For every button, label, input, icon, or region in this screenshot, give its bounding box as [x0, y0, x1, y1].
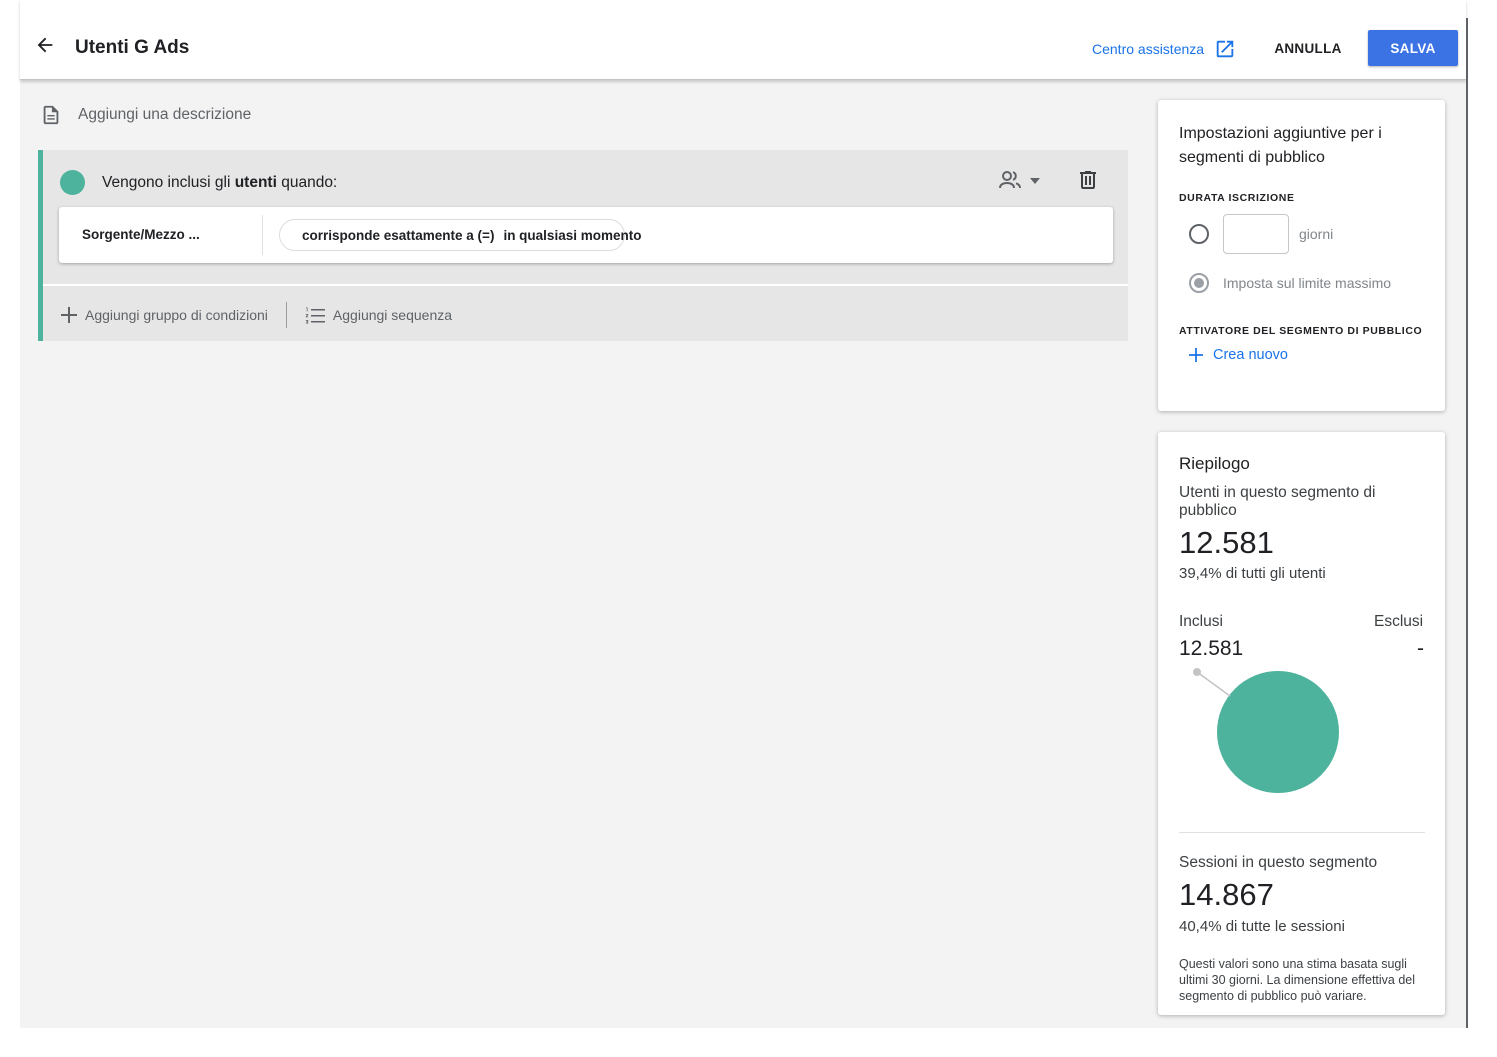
users-percentage: 39,4% di tutti gli utenti [1179, 565, 1326, 582]
people-icon [999, 171, 1021, 189]
pie-leader-line [1196, 671, 1231, 697]
condition-group: Vengono inclusi gli utenti quando: Sorge… [38, 150, 1128, 341]
group-color-dot [60, 170, 85, 195]
included-value: 12.581 [1179, 637, 1244, 660]
back-arrow-icon[interactable] [34, 34, 56, 56]
dropdown-arrow-icon [1030, 178, 1040, 184]
pie-slice-inclusi [1217, 671, 1339, 793]
days-unit-label: giorni [1299, 226, 1334, 242]
settings-title: Impostazioni aggiuntive per i segmenti d… [1179, 125, 1382, 166]
max-limit-radio[interactable] [1189, 273, 1209, 293]
document-icon [43, 105, 59, 125]
condition-chip[interactable]: corrisponde esattamente a (=) in qualsia… [279, 219, 641, 251]
help-center-label: Centro assistenza [1092, 41, 1205, 57]
save-button[interactable]: SALVA [1368, 30, 1458, 66]
custom-duration-radio[interactable] [1189, 224, 1209, 244]
description-placeholder: Aggiungi una descrizione [78, 106, 252, 123]
help-center-link[interactable]: Centro assistenza [1092, 38, 1236, 60]
numbered-list-icon [305, 307, 325, 324]
additional-settings-card: Impostazioni aggiuntive per i segmenti d… [1158, 100, 1445, 411]
days-input[interactable] [1223, 214, 1289, 254]
cancel-button[interactable]: ANNULLA [1262, 30, 1354, 66]
create-trigger-label: Crea nuovo [1213, 347, 1288, 363]
create-trigger-button[interactable]: Crea nuovo [1189, 347, 1288, 363]
condition-group-heading: Vengono inclusi gli utenti quando: [102, 174, 337, 192]
max-limit-label: Imposta sul limite massimo [1223, 275, 1392, 291]
add-description[interactable]: Aggiungi una descrizione [40, 104, 251, 126]
condition-row: Sorgente/Mezzo ... corrisponde esattamen… [59, 207, 1113, 263]
scope-selector[interactable] [998, 168, 1046, 194]
condition-group-header: Vengono inclusi gli utenti quando: [43, 150, 1128, 206]
users-value: 12.581 [1179, 525, 1274, 560]
delete-icon[interactable] [1076, 168, 1100, 192]
excluded-value: - [1417, 637, 1424, 660]
sessions-label: Sessioni in questo segmento [1179, 854, 1378, 871]
users-label: Utenti in questo segmento di pubblico [1179, 484, 1376, 519]
segment-pie-chart [1193, 668, 1339, 793]
condition-operator: corrisponde esattamente a (=) [302, 227, 495, 243]
add-condition-group-button[interactable]: Aggiungi gruppo di condizioni [61, 307, 268, 323]
duration-label: DURATA ISCRIZIONE [1179, 192, 1295, 204]
page-title: Utenti G Ads [75, 37, 190, 58]
actions-divider [285, 302, 287, 328]
summary-divider [1179, 832, 1425, 833]
included-label: Inclusi [1179, 613, 1223, 630]
excluded-label: Esclusi [1374, 613, 1424, 630]
add-sequence-button[interactable]: Aggiungi sequenza [305, 306, 452, 324]
add-condition-group-label: Aggiungi gruppo di condizioni [85, 307, 268, 323]
block-divider [43, 284, 1128, 286]
heading-prefix: Vengono inclusi gli [102, 174, 235, 191]
app-frame: Utenti G Ads Centro assistenza ANNULLA S… [20, 0, 1466, 1028]
top-bar: Utenti G Ads Centro assistenza ANNULLA S… [20, 0, 1466, 80]
condition-actions: Aggiungi gruppo di condizioni Aggiungi s… [61, 302, 452, 328]
window-edge [1466, 18, 1468, 1028]
condition-timing: in qualsiasi momento [503, 227, 642, 243]
add-sequence-label: Aggiungi sequenza [332, 307, 453, 323]
open-in-new-icon [1216, 40, 1234, 58]
dimension-selector[interactable]: Sorgente/Mezzo ... [82, 227, 200, 242]
sessions-value: 14.867 [1179, 877, 1274, 912]
plus-icon [61, 307, 77, 323]
trigger-label: ATTIVATORE DEL SEGMENTO DI PUBBLICO [1179, 325, 1423, 337]
sessions-percentage: 40,4% di tutte le sessioni [1179, 918, 1345, 935]
condition-divider [262, 215, 263, 255]
plus-icon [1189, 348, 1203, 362]
summary-card: Riepilogo Utenti in questo segmento di p… [1158, 432, 1445, 1015]
heading-suffix: quando: [276, 174, 338, 191]
summary-title: Riepilogo [1179, 454, 1250, 473]
pie-leader-dot [1193, 668, 1201, 676]
estimate-note: Questi valori sono una stima basata sugl… [1179, 957, 1416, 1003]
heading-bold: utenti [234, 174, 277, 191]
